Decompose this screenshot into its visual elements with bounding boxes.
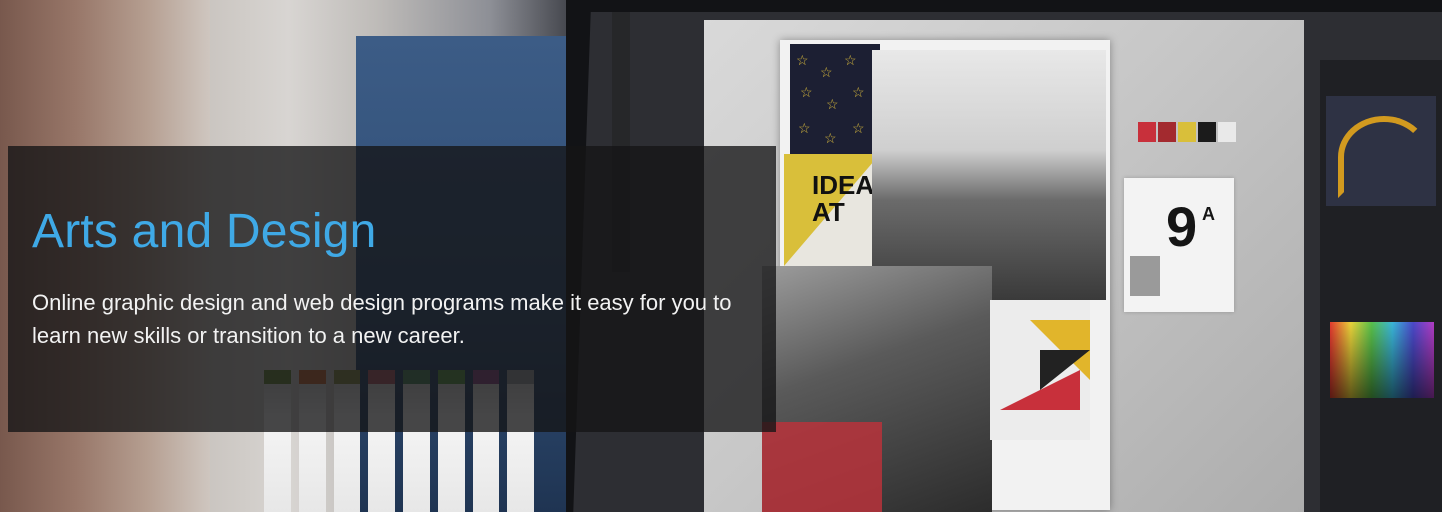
color-spectrum — [1330, 322, 1434, 398]
page-title: Arts and Design — [32, 205, 377, 258]
road-photo-tile — [872, 50, 1106, 300]
swatch-1 — [1138, 122, 1156, 142]
card-number: 9 — [1166, 195, 1198, 258]
hero-description: Online graphic design and web design pro… — [32, 290, 732, 348]
star-pattern-tile: ☆ ☆ ☆ ☆ ☆ ☆ ☆ ☆ ☆ — [790, 44, 880, 154]
curves-graph — [1326, 96, 1436, 206]
color-swatches — [1138, 122, 1236, 142]
typography-card: 9 A — [1124, 178, 1234, 312]
swatch-2 — [1158, 122, 1176, 142]
card-letter: A — [1202, 204, 1215, 224]
man-photo-tile — [762, 266, 992, 512]
swatch-3 — [1178, 122, 1196, 142]
swatch-5 — [1218, 122, 1236, 142]
geometric-pattern-tile — [990, 300, 1090, 440]
swatch-4 — [1198, 122, 1216, 142]
hero-banner: ☆☆ ☆☆ ☆☆ ☆☆ ☆ IDEAS AT 9 A Arts and Desi… — [0, 0, 1442, 512]
ideas-poster-tile: IDEAS AT — [784, 154, 880, 266]
ideas-text: IDEAS AT — [812, 170, 880, 228]
